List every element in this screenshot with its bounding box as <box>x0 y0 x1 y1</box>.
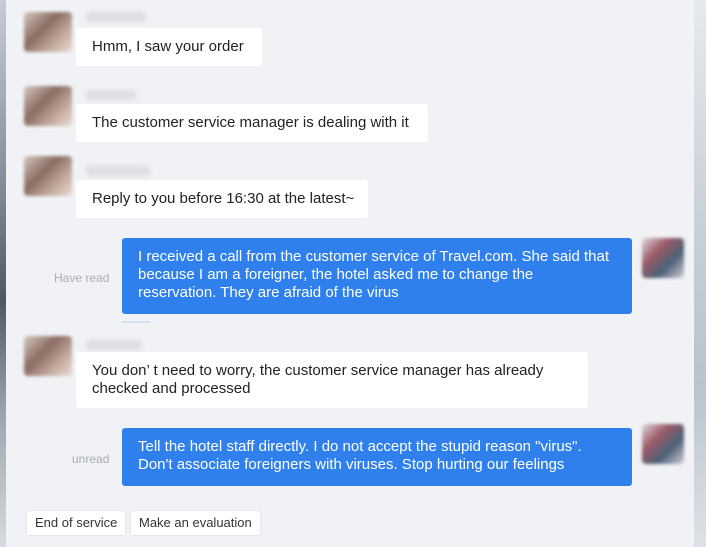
divider <box>122 321 150 323</box>
message-text: Hmm, I saw your order <box>92 38 244 55</box>
agent-name <box>86 340 142 350</box>
message-text: because I am a foreigner, the hotel aske… <box>138 266 534 283</box>
message-text: Don't associate foreigners with viruses.… <box>138 456 565 473</box>
agent-avatar[interactable] <box>24 86 72 126</box>
message-text: Reply to you before 16:30 at the latest~ <box>92 190 355 207</box>
message-bubble-incoming: Reply to you before 16:30 at the latest~ <box>76 180 368 218</box>
end-service-button[interactable]: End of service <box>26 510 127 536</box>
read-status: unread <box>72 452 110 466</box>
scrollbar-track[interactable] <box>694 0 706 547</box>
agent-name <box>86 90 136 100</box>
agent-avatar[interactable] <box>24 336 72 376</box>
user-avatar[interactable] <box>642 424 684 464</box>
message-text: Tell the hotel staff directly. I do not … <box>138 438 582 455</box>
message-bubble-incoming: The customer service manager is dealing … <box>76 104 428 142</box>
message-bubble-incoming: Hmm, I saw your order <box>76 28 262 66</box>
message-text: The customer service manager is dealing … <box>92 114 409 131</box>
message-bubble-outgoing: I received a call from the customer serv… <box>122 238 632 314</box>
agent-name <box>86 166 150 176</box>
message-bubble-outgoing: Tell the hotel staff directly. I do not … <box>122 428 632 486</box>
agent-avatar[interactable] <box>24 12 72 52</box>
evaluate-button[interactable]: Make an evaluation <box>130 510 261 536</box>
agent-avatar[interactable] <box>24 156 72 196</box>
message-bubble-incoming: You don’ t need to worry, the customer s… <box>76 352 588 408</box>
message-text: reservation. They are afraid of the viru… <box>138 284 399 301</box>
chat-pane: Hmm, I saw your order The customer servi… <box>6 0 694 547</box>
user-avatar[interactable] <box>642 238 684 278</box>
message-text: checked and processed <box>92 380 251 397</box>
message-text: I received a call from the customer serv… <box>138 248 610 265</box>
message-text: You don’ t need to worry, the customer s… <box>92 362 544 379</box>
read-status: Have read <box>54 271 110 285</box>
agent-name <box>86 12 146 22</box>
